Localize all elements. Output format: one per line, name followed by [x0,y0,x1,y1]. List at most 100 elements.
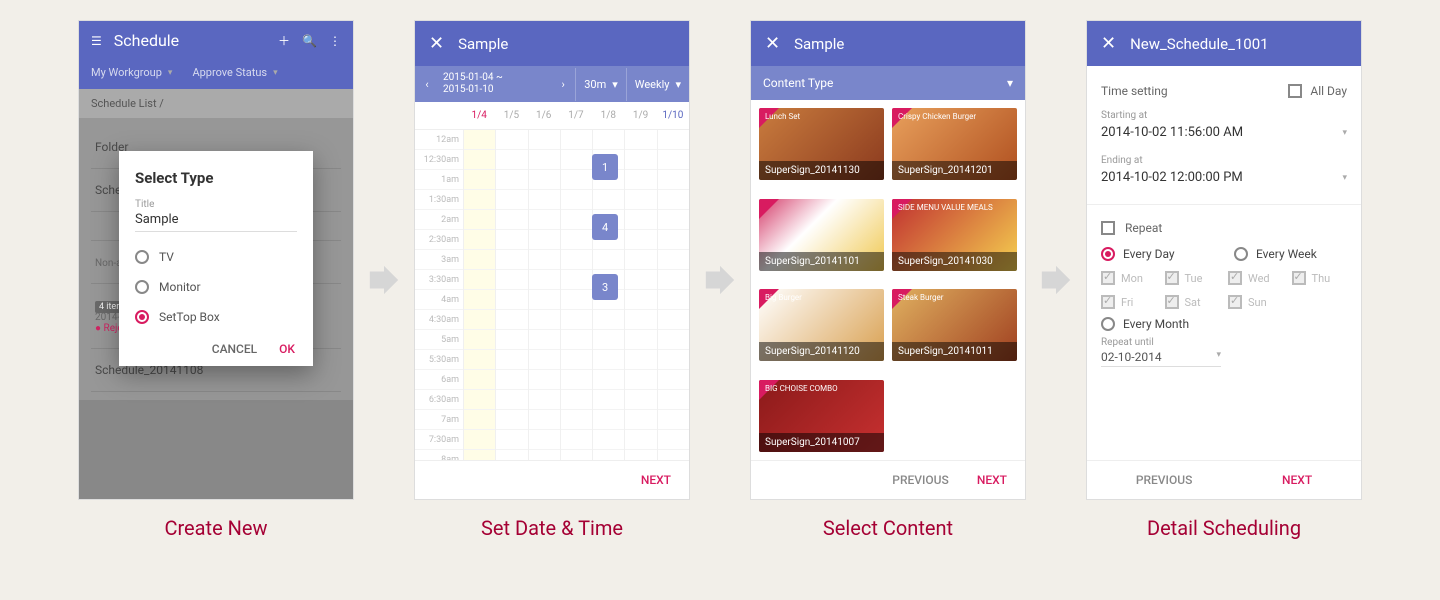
time-label: 2:30am [415,230,463,250]
repeat-until-field[interactable]: 02-10-2014▾ [1101,348,1221,367]
next-button[interactable]: NEXT [977,473,1007,487]
flow-arrow [700,260,740,300]
content-tile[interactable]: SIDE MENU VALUE MEALSSuperSign_20141030 [892,199,1017,271]
day-checkbox[interactable]: Sat [1165,295,1221,309]
type-option[interactable]: Monitor [135,272,297,302]
day-header[interactable]: 1/7 [560,102,592,129]
breadcrumb: Schedule List / [79,89,353,118]
time-setting-label: Time setting [1101,84,1168,98]
time-label: 1am [415,170,463,190]
chevron-down-icon: ▾ [1007,76,1013,90]
next-button[interactable]: NEXT [1282,473,1312,487]
day-header[interactable]: 1/10 [657,102,689,129]
prev-week-button[interactable]: ‹ [415,68,439,101]
time-label: 1:30am [415,190,463,210]
time-label: 5:30am [415,350,463,370]
time-label: 6:30am [415,390,463,410]
time-label: 3am [415,250,463,270]
radio-icon [135,250,149,264]
time-label: 4:30am [415,310,463,330]
time-label: 3:30am [415,270,463,290]
page-title: New_Schedule_1001 [1130,35,1269,53]
time-label: 12am [415,130,463,150]
content-tile[interactable]: Steak BurgerSuperSign_20141011 [892,289,1017,361]
page-title: Schedule [114,31,266,50]
time-label: 7:30am [415,430,463,450]
day-checkbox[interactable]: Mon [1101,271,1157,285]
day-header[interactable]: 1/6 [528,102,560,129]
page-title: Sample [458,35,508,53]
calendar-event[interactable]: 1 [592,154,618,180]
more-icon[interactable]: ⋮ [329,34,341,48]
view-select[interactable]: Weekly▾ [626,68,689,101]
type-option[interactable]: TV [135,242,297,272]
screen-select-content: ✕ Sample Content Type▾ Lunch SetSuperSign_2… [750,20,1026,500]
calendar-grid[interactable]: 1 4 3 [463,130,689,470]
radio-icon [135,310,149,324]
calendar-event[interactable]: 4 [592,214,618,240]
screen-create-new: ☰ Schedule ＋ 🔍 ⋮ My Workgroup▾ Approve Status▾… [78,20,354,500]
time-label: 2am [415,210,463,230]
close-icon[interactable]: ✕ [765,33,780,54]
radio-icon [1234,247,1248,261]
time-label: 4am [415,290,463,310]
content-tile[interactable]: SuperSign_20141101 [759,199,884,271]
title-input[interactable]: Sample [135,210,297,232]
panel-caption: Set Date & Time [414,516,690,540]
day-checkbox[interactable]: Wed [1228,271,1284,285]
menu-icon[interactable]: ☰ [91,34,102,48]
screen-detail-scheduling: ✕New_Schedule_1001Time settingAll DaySta… [1086,20,1362,500]
panel-caption: Create New [78,516,354,540]
content-tile[interactable]: Lunch SetSuperSign_20141130 [759,108,884,180]
radio-icon [135,280,149,294]
filter-status[interactable]: Approve Status▾ [192,66,277,79]
time-label: 5am [415,330,463,350]
freq-every-day[interactable]: Every Day [1101,247,1214,261]
previous-button[interactable]: PREVIOUS [1136,473,1193,487]
panel-caption: Select Content [750,516,1026,540]
filter-workgroup[interactable]: My Workgroup▾ [91,66,172,79]
add-icon[interactable]: ＋ [278,32,290,49]
day-checkbox[interactable]: Fri [1101,295,1157,309]
content-tile[interactable]: Big BurgerSuperSign_20141120 [759,289,884,361]
day-header[interactable]: 1/8 [592,102,624,129]
day-checkbox[interactable]: Tue [1165,271,1221,285]
close-icon[interactable]: ✕ [1101,33,1116,54]
page-title: Sample [794,35,844,53]
date-range[interactable]: 2015-01-04 ~ 2015-01-10 [439,66,551,102]
starting-at-field[interactable]: 2014-10-02 11:56:00 AM▾ [1101,121,1347,149]
next-button[interactable]: NEXT [641,473,671,487]
time-label: 7am [415,410,463,430]
type-option[interactable]: SetTop Box [135,302,297,332]
calendar-event[interactable]: 3 [592,274,618,300]
interval-select[interactable]: 30m▾ [575,68,626,101]
search-icon[interactable]: 🔍 [302,34,317,48]
content-type-select[interactable]: Content Type▾ [751,66,1025,100]
repeat-checkbox[interactable] [1101,221,1115,235]
day-checkbox[interactable]: Thu [1292,271,1348,285]
flow-arrow [364,260,404,300]
day-header[interactable]: 1/4 [463,102,495,129]
close-icon[interactable]: ✕ [429,33,444,54]
radio-icon [1101,317,1115,331]
ending-at-field[interactable]: 2014-10-02 12:00:00 PM▾ [1101,166,1347,194]
select-type-dialog: Select Type TitleSample TVMonitorSetTop Bo… [119,151,313,366]
dialog-title: Select Type [135,169,297,187]
cancel-button[interactable]: CANCEL [212,342,257,356]
previous-button[interactable]: PREVIOUS [892,473,949,487]
flow-arrow [1036,260,1076,300]
freq-every-month[interactable]: Every Month [1101,317,1347,331]
time-label: 12:30am [415,150,463,170]
radio-icon [1101,247,1115,261]
time-label: 6am [415,370,463,390]
next-week-button[interactable]: › [551,68,575,101]
field-label: Title [135,199,297,210]
content-tile[interactable]: BIG CHOISE COMBOSuperSign_20141007 [759,380,884,452]
ok-button[interactable]: OK [279,342,295,356]
day-header[interactable]: 1/5 [495,102,527,129]
day-checkbox[interactable]: Sun [1228,295,1284,309]
freq-every-week[interactable]: Every Week [1234,247,1347,261]
content-tile[interactable]: Crispy Chicken BurgerSuperSign_20141201 [892,108,1017,180]
all-day-checkbox[interactable] [1288,84,1302,98]
day-header[interactable]: 1/9 [624,102,656,129]
